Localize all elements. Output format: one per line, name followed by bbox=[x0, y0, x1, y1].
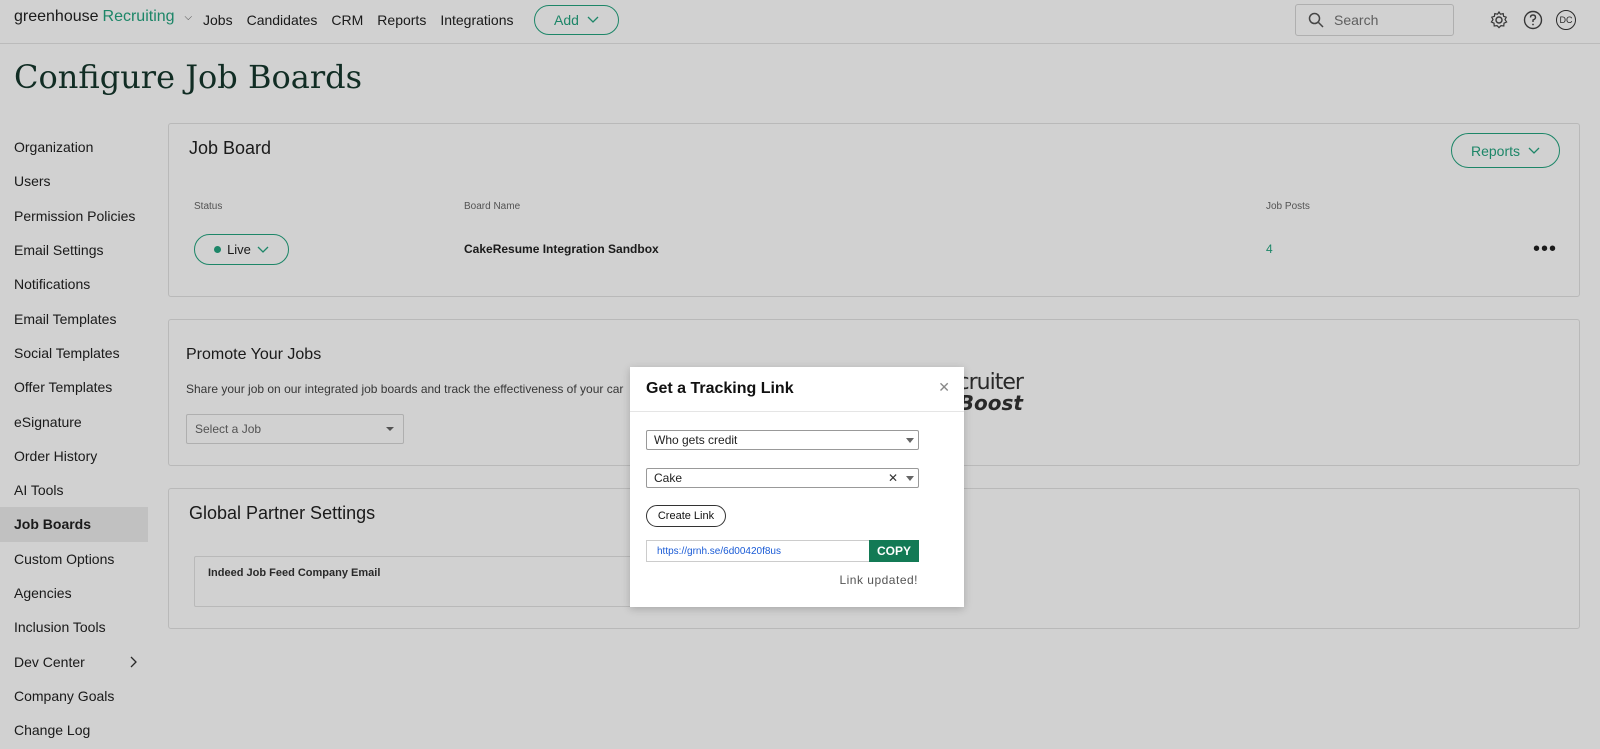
credit-select[interactable]: Who gets credit bbox=[646, 430, 919, 450]
source-select-value: Cake bbox=[654, 471, 683, 485]
tracking-link-modal: Get a Tracking Link ✕ Who gets credit Ca… bbox=[630, 367, 964, 607]
credit-select-value: Who gets credit bbox=[654, 433, 738, 447]
link-status-text: Link updated! bbox=[839, 573, 918, 587]
close-icon[interactable]: ✕ bbox=[938, 379, 950, 396]
modal-title: Get a Tracking Link bbox=[646, 380, 794, 397]
modal-header: Get a Tracking Link ✕ bbox=[630, 367, 964, 412]
tracking-link-field[interactable]: https://grnh.se/6d00420f8us bbox=[646, 540, 869, 562]
caret-down-icon bbox=[906, 476, 914, 481]
copy-button[interactable]: COPY bbox=[869, 540, 919, 562]
caret-down-icon bbox=[906, 438, 914, 443]
clear-icon[interactable]: ✕ bbox=[888, 471, 898, 485]
create-link-button[interactable]: Create Link bbox=[646, 505, 726, 527]
source-select[interactable]: Cake ✕ bbox=[646, 468, 919, 488]
link-row: https://grnh.se/6d00420f8us COPY bbox=[646, 540, 919, 562]
